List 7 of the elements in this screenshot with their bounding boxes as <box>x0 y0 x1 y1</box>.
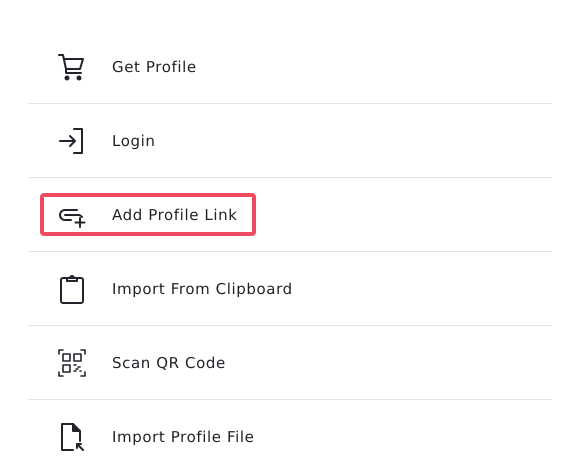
menu-item[interactable]: Login <box>40 119 174 162</box>
menu-item[interactable]: Import Profile File <box>40 415 272 458</box>
qr-code-icon <box>56 346 88 378</box>
menu-item[interactable]: Get Profile <box>40 45 215 88</box>
menu-item[interactable]: Scan QR Code <box>40 341 244 384</box>
menu-item[interactable]: Add Profile Link <box>40 193 256 236</box>
menu-item[interactable]: Import From Clipboard <box>40 267 311 310</box>
